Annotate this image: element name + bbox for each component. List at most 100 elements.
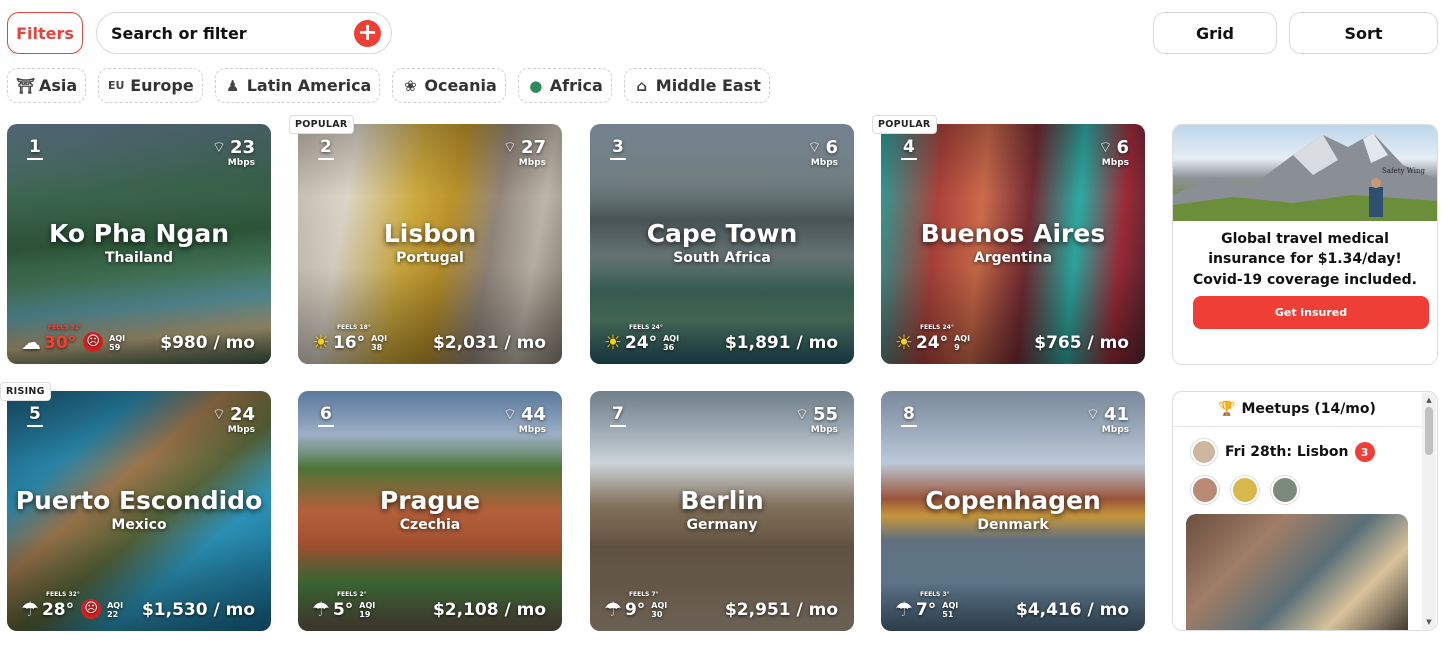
temperature: 7° bbox=[915, 600, 937, 620]
aqi-value: 36 bbox=[663, 342, 675, 352]
region-label: Asia bbox=[39, 76, 78, 95]
wifi-icon: ⌔ bbox=[807, 138, 822, 156]
city-card-copenhagen[interactable]: 8 ⌔ 41 Mbps Copenhagen Denmark ☂ FEELS 3°… bbox=[881, 391, 1145, 631]
wifi-speed: ⌔ 24 Mbps bbox=[212, 405, 255, 435]
temperature: 28° bbox=[41, 600, 75, 620]
meetups-title-text: Meetups (14/mo) bbox=[1241, 401, 1376, 417]
region-chip-europe[interactable]: EU Europe bbox=[98, 68, 203, 103]
torii-gate-icon: ⛩ bbox=[16, 76, 36, 95]
get-insured-button[interactable]: Get insured bbox=[1193, 296, 1429, 329]
rank-number: 1 bbox=[27, 139, 43, 160]
rain-cloud-icon: ☂ bbox=[21, 597, 39, 621]
feels-like: FEELS 32° bbox=[48, 324, 82, 331]
region-chip-latin-america[interactable]: ♟ Latin America bbox=[214, 68, 381, 103]
temperature: 5° bbox=[332, 600, 354, 620]
search-placeholder: Search or filter bbox=[111, 23, 247, 43]
scroll-down-arrow-icon[interactable]: ▼ bbox=[1422, 616, 1436, 628]
trophy-icon: 🏆 bbox=[1218, 401, 1236, 417]
wifi-speed: ⌔ 6 Mbps bbox=[1098, 138, 1129, 168]
country-name: Mexico bbox=[111, 517, 167, 533]
temperature: 16° bbox=[332, 333, 366, 353]
avatar bbox=[1191, 439, 1217, 465]
wifi-unit: Mbps bbox=[227, 158, 255, 168]
wifi-speed: ⌔ 55 Mbps bbox=[795, 405, 838, 435]
oceania-icon: ❀ bbox=[404, 76, 417, 95]
city-name: Lisbon bbox=[383, 219, 477, 248]
meetups-card[interactable]: 🏆 Meetups (14/mo) Fri 28th: Lisbon 3 ▲ ▼ bbox=[1172, 391, 1438, 631]
city-name: Puerto Escondido bbox=[15, 486, 263, 515]
wifi-value: 6 bbox=[1116, 137, 1129, 158]
region-chip-asia[interactable]: ⛩ Asia bbox=[7, 68, 87, 103]
rank-number: 5 bbox=[27, 406, 43, 427]
wifi-value: 24 bbox=[229, 404, 255, 425]
divider bbox=[1173, 426, 1421, 427]
scroll-thumb[interactable] bbox=[1425, 407, 1433, 455]
country-name: Portugal bbox=[396, 250, 464, 266]
popular-badge: POPULAR bbox=[289, 115, 354, 134]
wifi-unit: Mbps bbox=[810, 425, 838, 435]
wifi-icon: ⌔ bbox=[794, 405, 809, 423]
rain-cloud-icon: ☂ bbox=[895, 597, 913, 621]
aqi-value: 22 bbox=[107, 609, 119, 619]
meetup-event[interactable]: Fri 28th: Lisbon 3 bbox=[1191, 439, 1375, 465]
avatar[interactable] bbox=[1191, 476, 1219, 504]
scrollbar[interactable]: ▲ ▼ bbox=[1422, 393, 1436, 629]
sun-icon: ☀ bbox=[895, 330, 913, 354]
grid-view-button[interactable]: Grid bbox=[1153, 12, 1277, 54]
avatar[interactable] bbox=[1231, 476, 1259, 504]
city-name: Buenos Aires bbox=[920, 219, 1106, 248]
region-chip-middle-east[interactable]: ⌂ Middle East bbox=[623, 68, 770, 103]
monthly-cost: $2,951 / mo bbox=[724, 600, 838, 620]
feels-like: FEELS 32° bbox=[45, 591, 80, 598]
mosque-icon: ⌂ bbox=[636, 76, 648, 95]
wifi-unit: Mbps bbox=[1101, 158, 1129, 168]
city-card-ko-pha-ngan[interactable]: 1 ⌔ 23 Mbps Ko Pha Ngan Thailand ☁ FEELS … bbox=[7, 124, 271, 364]
feels-like: FEELS 24° bbox=[628, 324, 663, 331]
avatar[interactable] bbox=[1271, 476, 1299, 504]
popular-badge: POPULAR bbox=[872, 115, 937, 134]
meetups-title: 🏆 Meetups (14/mo) bbox=[1173, 401, 1421, 417]
add-filter-plus-icon[interactable]: + bbox=[354, 20, 381, 47]
country-name: Denmark bbox=[977, 517, 1049, 533]
region-chip-africa[interactable]: ● Africa bbox=[517, 68, 612, 103]
region-label: Europe bbox=[130, 76, 194, 95]
wifi-icon: ⌔ bbox=[502, 405, 517, 423]
insurance-ad-card[interactable]: Safety Wing Global travel medical insura… bbox=[1172, 124, 1438, 365]
city-name: Prague bbox=[379, 486, 481, 515]
feels-like: FEELS 18° bbox=[336, 324, 371, 331]
feels-like: FEELS 24° bbox=[919, 324, 954, 331]
globe-africa-icon: ● bbox=[529, 76, 543, 95]
sort-button[interactable]: Sort bbox=[1289, 12, 1438, 54]
rank-number: 8 bbox=[901, 406, 917, 427]
wifi-unit: Mbps bbox=[1101, 425, 1129, 435]
region-label: Latin America bbox=[246, 76, 372, 95]
wifi-value: 23 bbox=[229, 137, 255, 158]
air-quality-face-icon: ☹ bbox=[83, 332, 104, 352]
rain-cloud-icon: ☂ bbox=[312, 597, 330, 621]
cloud-sun-icon: ☁ bbox=[21, 330, 41, 354]
country-name: South Africa bbox=[673, 250, 771, 266]
sun-icon: ☀ bbox=[312, 330, 330, 354]
city-card-berlin[interactable]: 7 ⌔ 55 Mbps Berlin Germany ☂ FEELS 7° 9° A… bbox=[590, 391, 854, 631]
city-card-lisbon[interactable]: 2 ⌔ 27 Mbps Lisbon Portugal ☀ FEELS 18° 16… bbox=[298, 124, 562, 364]
monthly-cost: $765 / mo bbox=[1034, 333, 1129, 353]
rank-number: 6 bbox=[318, 406, 334, 427]
scroll-up-arrow-icon[interactable]: ▲ bbox=[1422, 394, 1436, 406]
temperature: 30° bbox=[44, 333, 77, 353]
wifi-icon: ⌔ bbox=[1098, 138, 1113, 156]
city-card-buenos-aires[interactable]: 4 ⌔ 6 Mbps Buenos Aires Argentina ☀ FEELS… bbox=[881, 124, 1145, 364]
search-input[interactable]: Search or filter + bbox=[96, 12, 392, 54]
city-name: Cape Town bbox=[646, 219, 798, 248]
monthly-cost: $1,891 / mo bbox=[724, 333, 838, 353]
filters-button[interactable]: Filters bbox=[7, 12, 83, 54]
city-card-puerto-escondido[interactable]: 5 ⌔ 24 Mbps Puerto Escondido Mexico ☂ FEE… bbox=[7, 391, 271, 631]
temperature: 24° bbox=[624, 333, 658, 353]
city-card-prague[interactable]: 6 ⌔ 44 Mbps Prague Czechia ☂ FEELS 2° 5° A… bbox=[298, 391, 562, 631]
city-card-cape-town[interactable]: 3 ⌔ 6 Mbps Cape Town South Africa ☀ FEELS… bbox=[590, 124, 854, 364]
monthly-cost: $2,031 / mo bbox=[432, 333, 546, 353]
city-name: Berlin bbox=[680, 486, 764, 515]
region-chip-oceania[interactable]: ❀ Oceania bbox=[392, 68, 506, 103]
eu-flag-icon: EU bbox=[107, 79, 125, 92]
wifi-icon: ⌔ bbox=[1085, 405, 1100, 423]
wifi-value: 44 bbox=[520, 404, 546, 425]
